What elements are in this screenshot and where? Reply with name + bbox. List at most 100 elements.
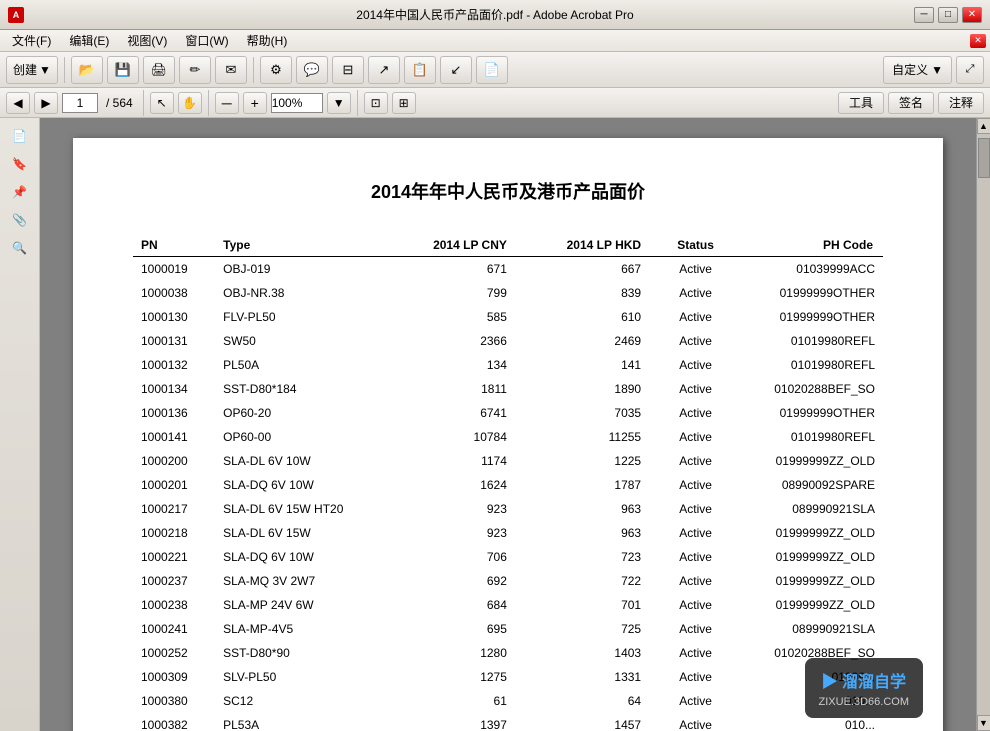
table-cell: 963	[527, 521, 661, 545]
fit-width-button[interactable]: ⊞	[392, 92, 416, 114]
table-cell: 01999999ZZ_OLD	[730, 449, 883, 473]
tool4-button[interactable]: ↗	[368, 56, 400, 84]
table-cell: 1000132	[133, 353, 215, 377]
panel-btn-4[interactable]: 📎	[6, 208, 34, 232]
watermark-logo: ▶ 溜溜自学	[819, 668, 909, 692]
table-cell: 1890	[527, 377, 661, 401]
table-cell: 923	[394, 497, 527, 521]
toolbar-sep-2	[253, 57, 254, 83]
table-cell: Active	[661, 377, 730, 401]
table-cell: 1225	[527, 449, 661, 473]
table-cell: 701	[527, 593, 661, 617]
sign-button[interactable]: 签名	[888, 92, 934, 114]
table-cell: Active	[661, 665, 730, 689]
scroll-thumb[interactable]	[978, 138, 990, 178]
zoom-input[interactable]	[271, 93, 323, 113]
tool7-button[interactable]: 📄	[476, 56, 508, 84]
table-row: 1000238SLA-MP 24V 6W684701Active01999999…	[133, 593, 883, 617]
title-bar: A 2014年中国人民币产品面价.pdf - Adobe Acrobat Pro…	[0, 0, 990, 30]
menu-view[interactable]: 视图(V)	[119, 30, 175, 51]
comment-nav-button[interactable]: 注释	[938, 92, 984, 114]
table-cell: 585	[394, 305, 527, 329]
table-cell: 1000136	[133, 401, 215, 425]
table-cell: Active	[661, 473, 730, 497]
table-cell: SLA-DL 6V 15W	[215, 521, 393, 545]
table-cell: Active	[661, 569, 730, 593]
tool5-button[interactable]: 📋	[404, 56, 436, 84]
nav-forward-button[interactable]: ▶	[34, 92, 58, 114]
table-cell: 695	[394, 617, 527, 641]
table-cell: Active	[661, 617, 730, 641]
table-cell: PL53A	[215, 713, 393, 731]
comment-button[interactable]: 💬	[296, 56, 328, 84]
table-cell: 1787	[527, 473, 661, 497]
panel-btn-1[interactable]: 📄	[6, 124, 34, 148]
tool6-button[interactable]: ↙	[440, 56, 472, 84]
page-number-input[interactable]	[62, 93, 98, 113]
watermark-sub: ZIXUE.3D66.COM	[819, 696, 909, 708]
tool3-button[interactable]: ⊟	[332, 56, 364, 84]
table-cell: 08990092SPARE	[730, 473, 883, 497]
menu-window[interactable]: 窗口(W)	[177, 30, 236, 51]
open-button[interactable]: 📂	[71, 56, 103, 84]
table-cell: SLA-DQ 6V 10W	[215, 473, 393, 497]
table-row: 1000201SLA-DQ 6V 10W16241787Active089900…	[133, 473, 883, 497]
table-cell: SC12	[215, 689, 393, 713]
pdf-page: 2014年年中人民币及港币产品面价 PN Type 2014 LP CNY 20…	[73, 138, 943, 731]
cursor-tool-button[interactable]: ↖	[150, 92, 174, 114]
maximize-button[interactable]: □	[938, 7, 958, 23]
tools-button[interactable]: 工具	[838, 92, 884, 114]
menu-edit[interactable]: 编辑(E)	[61, 30, 117, 51]
table-row: 1000309SLV-PL5012751331Active01999...	[133, 665, 883, 689]
table-cell: 01999999ZZ_OLD	[730, 593, 883, 617]
col-type: Type	[215, 234, 393, 257]
table-cell: Active	[661, 329, 730, 353]
fit-page-button[interactable]: ⊡	[364, 92, 388, 114]
table-cell: 089990921SLA	[730, 617, 883, 641]
table-cell: 1811	[394, 377, 527, 401]
panel-btn-5[interactable]: 🔍	[6, 236, 34, 260]
table-cell: 725	[527, 617, 661, 641]
table-cell: 963	[527, 497, 661, 521]
nav-back-button[interactable]: ◀	[6, 92, 30, 114]
table-cell: SLA-DQ 6V 10W	[215, 545, 393, 569]
zoom-in-button[interactable]: +	[243, 92, 267, 114]
table-cell: 61	[394, 689, 527, 713]
edit-button[interactable]: ✏	[179, 56, 211, 84]
table-cell: 1000382	[133, 713, 215, 731]
save-button[interactable]: 💾	[107, 56, 139, 84]
create-button[interactable]: 创建 ▼	[6, 56, 58, 84]
main-area: 📄 🔖 📌 📎 🔍 2014年年中人民币及港币产品面价 PN Type 2014…	[0, 118, 990, 731]
customize-button[interactable]: 自定义 ▼	[883, 56, 952, 84]
panel-btn-3[interactable]: 📌	[6, 180, 34, 204]
table-cell: 11255	[527, 425, 661, 449]
menu-file[interactable]: 文件(F)	[4, 30, 59, 51]
hand-tool-button[interactable]: ✋	[178, 92, 202, 114]
table-cell: Active	[661, 257, 730, 282]
table-header-row: PN Type 2014 LP CNY 2014 LP HKD Status P…	[133, 234, 883, 257]
toolbar-maximize-button[interactable]: ⤢	[956, 56, 984, 84]
table-cell: 2366	[394, 329, 527, 353]
email-button[interactable]: ✉	[215, 56, 247, 84]
print-button[interactable]: 🖨	[143, 56, 175, 84]
close-button[interactable]: ✕	[962, 7, 982, 23]
create-arrow-icon: ▼	[39, 63, 51, 77]
panel-btn-2[interactable]: 🔖	[6, 152, 34, 176]
table-cell: 1000130	[133, 305, 215, 329]
menu-help[interactable]: 帮助(H)	[239, 30, 296, 51]
zoom-out-button[interactable]: ─	[215, 92, 239, 114]
scroll-down-button[interactable]: ▼	[977, 715, 990, 731]
zoom-dropdown-button[interactable]: ▼	[327, 92, 351, 114]
pdf-viewport[interactable]: 2014年年中人民币及港币产品面价 PN Type 2014 LP CNY 20…	[40, 118, 976, 731]
create-label: 创建	[13, 61, 37, 78]
gear-button[interactable]: ⚙	[260, 56, 292, 84]
table-cell: SLA-DL 6V 10W	[215, 449, 393, 473]
table-cell: 64	[527, 689, 661, 713]
minimize-button[interactable]: ─	[914, 7, 934, 23]
table-cell: Active	[661, 425, 730, 449]
col-cny: 2014 LP CNY	[394, 234, 527, 257]
nav-sep-3	[357, 90, 358, 116]
menu-close-button[interactable]: ✕	[970, 34, 986, 48]
table-cell: 1000221	[133, 545, 215, 569]
scroll-up-button[interactable]: ▲	[977, 118, 990, 134]
